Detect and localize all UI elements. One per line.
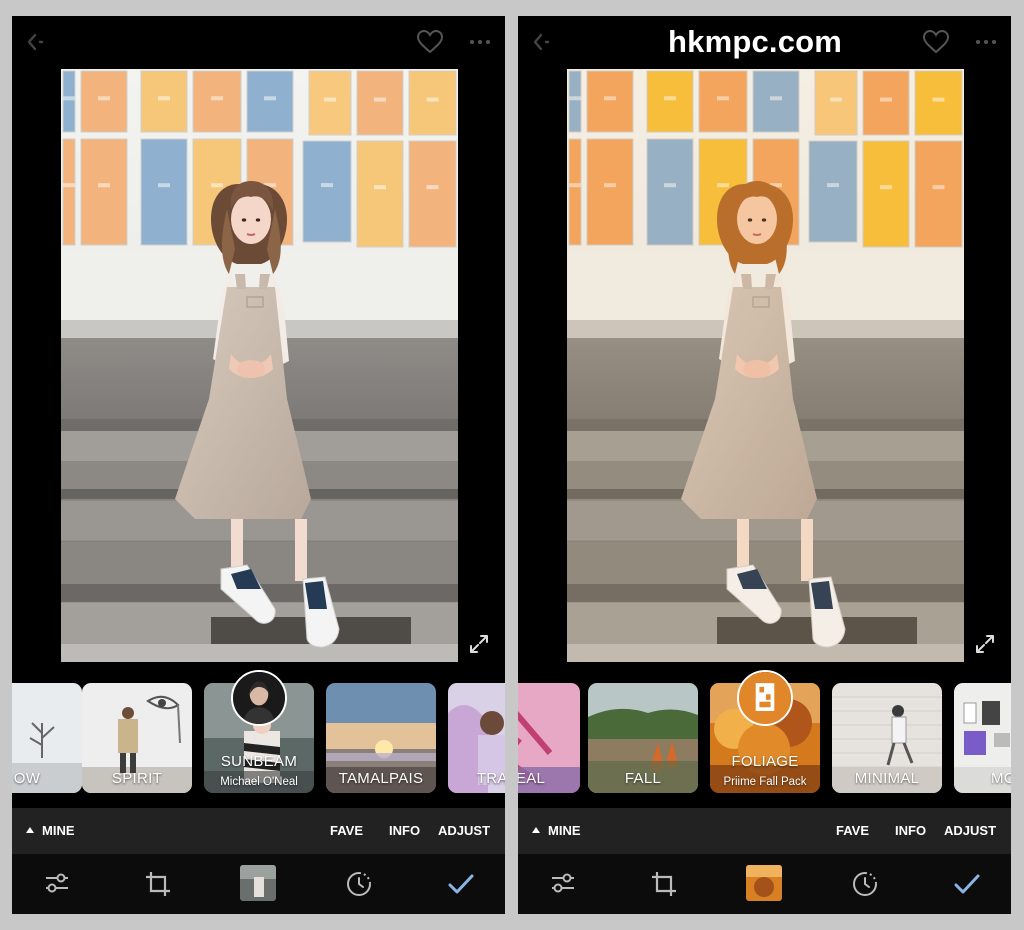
- checkmark-icon[interactable]: [447, 870, 475, 898]
- more-options-icon[interactable]: [467, 30, 493, 54]
- adjust-button[interactable]: ADJUST: [944, 823, 996, 838]
- info-button[interactable]: INFO: [389, 823, 420, 838]
- favorite-heart-icon[interactable]: [416, 29, 444, 55]
- top-bar: hkmpc.com: [518, 16, 1011, 68]
- filter-name: FOLIAGE: [731, 753, 799, 770]
- filter-nav-bar: MINE FAVE INFO ADJUST: [12, 808, 505, 854]
- crop-icon[interactable]: [650, 870, 678, 898]
- back-icon[interactable]: [26, 30, 52, 54]
- filter-thumbnail-real[interactable]: REAL: [518, 683, 580, 793]
- photo-image: [61, 69, 458, 662]
- filter-name: SUNBEAM: [220, 753, 298, 770]
- filter-thumbnail-snow[interactable]: OW: [12, 683, 82, 793]
- history-icon[interactable]: [345, 870, 373, 898]
- back-icon[interactable]: [532, 30, 558, 54]
- checkmark-icon[interactable]: [953, 870, 981, 898]
- expand-icon[interactable]: [974, 633, 996, 655]
- filter-name: TRANS: [476, 770, 505, 787]
- filter-thumbnail-trans[interactable]: TRANS: [448, 683, 505, 793]
- filter-name: MOD: [991, 770, 1011, 787]
- mine-label: MINE: [42, 823, 75, 838]
- author-avatar: [231, 670, 287, 726]
- bottom-toolbar: [518, 854, 1011, 914]
- fave-button[interactable]: FAVE: [330, 823, 363, 838]
- filter-thumbnail-mod[interactable]: MOD: [954, 683, 1011, 793]
- sliders-icon[interactable]: [43, 870, 71, 898]
- filter-preview-thumbnail[interactable]: [240, 865, 276, 901]
- mine-tab[interactable]: MINE: [532, 823, 581, 838]
- filter-strip[interactable]: OW SPIRIT SUNBEAM Michael O'Neal TAMALPAIS TR…: [12, 670, 505, 808]
- caret-up-icon: [532, 827, 540, 833]
- filter-strip[interactable]: REAL FALL FOLIAGE Priime Fall Pack MINIMAL MO…: [518, 670, 1011, 808]
- expand-icon[interactable]: [468, 633, 490, 655]
- filter-thumbnail-tamalpais[interactable]: TAMALPAIS: [326, 683, 436, 793]
- history-icon[interactable]: [851, 870, 879, 898]
- editor-panel-original: OW SPIRIT SUNBEAM Michael O'Neal TAMALPAIS TR…: [12, 16, 505, 914]
- watermark-text: hkmpc.com: [668, 24, 843, 59]
- photo-image: [567, 69, 964, 662]
- pack-logo-badge: [737, 670, 793, 726]
- photo-preview[interactable]: [567, 69, 964, 662]
- fave-button[interactable]: FAVE: [836, 823, 869, 838]
- filter-nav-bar: MINE FAVE INFO ADJUST: [518, 808, 1011, 854]
- filter-author: Michael O'Neal: [220, 776, 298, 788]
- filter-name: REAL: [518, 770, 546, 787]
- crop-icon[interactable]: [144, 870, 172, 898]
- info-button[interactable]: INFO: [895, 823, 926, 838]
- filter-thumbnail-minimal[interactable]: MINIMAL: [832, 683, 942, 793]
- filter-author: Priime Fall Pack: [723, 776, 807, 788]
- filter-name: SPIRIT: [111, 770, 163, 787]
- filter-thumbnail-spirit[interactable]: SPIRIT: [82, 683, 192, 793]
- bottom-toolbar: [12, 854, 505, 914]
- editor-panel-filtered: hkmpc.com EAL FALL FOLIAGE Priime Fall P…: [518, 16, 1011, 914]
- mine-tab[interactable]: MINE: [26, 823, 75, 838]
- top-bar: [12, 16, 505, 68]
- mine-label: MINE: [548, 823, 581, 838]
- caret-up-icon: [26, 827, 34, 833]
- photo-preview[interactable]: [61, 69, 458, 662]
- adjust-button[interactable]: ADJUST: [438, 823, 490, 838]
- sliders-icon[interactable]: [549, 870, 577, 898]
- filter-name: MINIMAL: [854, 770, 920, 787]
- filter-name: FALL: [624, 770, 662, 787]
- favorite-heart-icon[interactable]: [922, 29, 950, 55]
- filter-preview-thumbnail[interactable]: [746, 865, 782, 901]
- filter-thumbnail-fall[interactable]: FALL: [588, 683, 698, 793]
- more-options-icon[interactable]: [973, 30, 999, 54]
- filter-name: OW: [13, 770, 41, 787]
- filter-name: TAMALPAIS: [338, 770, 424, 787]
